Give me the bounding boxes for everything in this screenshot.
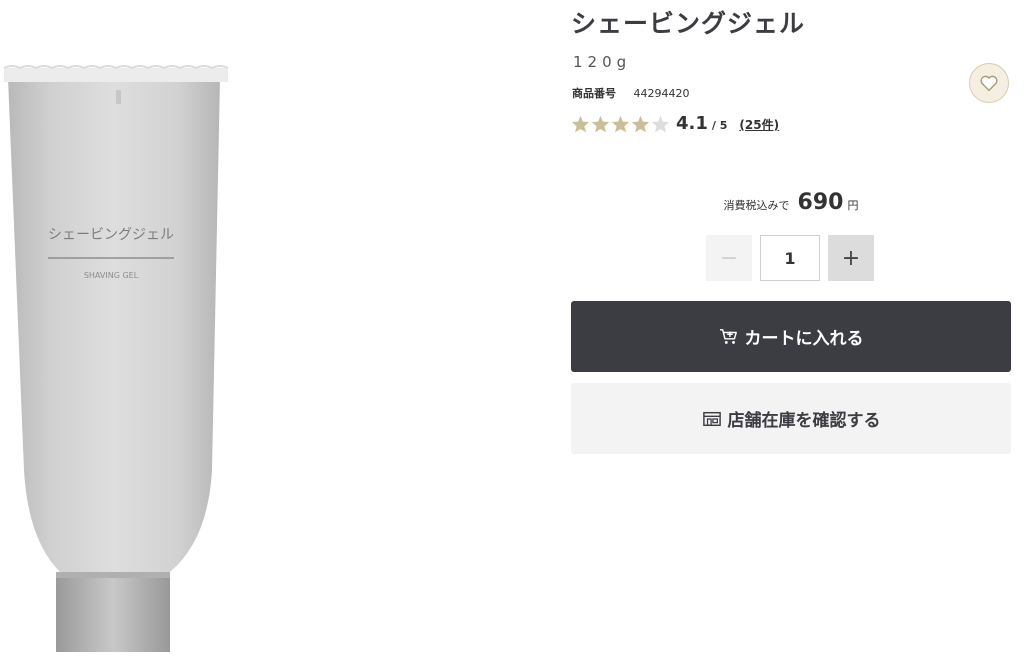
heart-icon [980, 75, 998, 92]
product-title: シェービングジェル [571, 9, 806, 38]
image-label-jp: シェービングジェル [48, 227, 174, 243]
rating-stars [571, 115, 671, 133]
rating: 4.1 / 5 (25件) [571, 113, 779, 134]
price-value: 690 [797, 190, 844, 215]
quantity-input[interactable]: 1 [760, 235, 820, 281]
check-store-stock-label: 店舗在庫を確認する [727, 411, 881, 431]
star-icon [571, 115, 590, 132]
image-label-en: SHAVING GEL [84, 271, 139, 280]
rating-value: 4.1 [676, 113, 708, 134]
add-to-cart-button[interactable]: カートに入れる [571, 301, 1011, 372]
star-icon [611, 115, 630, 132]
review-count-link[interactable]: (25件) [739, 116, 779, 133]
price-unit: 円 [847, 199, 859, 212]
product-sku: 商品番号 44294420 [572, 85, 690, 101]
rating-max: / 5 [711, 119, 728, 132]
cart-icon [719, 328, 739, 346]
star-icon [651, 115, 670, 132]
star-icon [631, 115, 650, 132]
add-to-cart-label: カートに入れる [744, 329, 864, 349]
sku-label: 商品番号 [572, 87, 616, 100]
product-image: シェービングジェル SHAVING GEL [3, 65, 229, 652]
price-label: 消費税込みで [723, 199, 790, 212]
sku-value: 44294420 [633, 87, 690, 100]
favorite-button[interactable] [969, 63, 1009, 103]
check-store-stock-button[interactable]: 店舗在庫を確認する [571, 383, 1011, 454]
store-icon [702, 410, 722, 428]
quantity-stepper: − 1 + [706, 235, 874, 281]
price: 消費税込みで 690 円 [571, 190, 1011, 215]
quantity-decrease-button[interactable]: − [706, 235, 752, 281]
product-size: 120g [573, 53, 632, 71]
quantity-increase-button[interactable]: + [828, 235, 874, 281]
star-icon [591, 115, 610, 132]
